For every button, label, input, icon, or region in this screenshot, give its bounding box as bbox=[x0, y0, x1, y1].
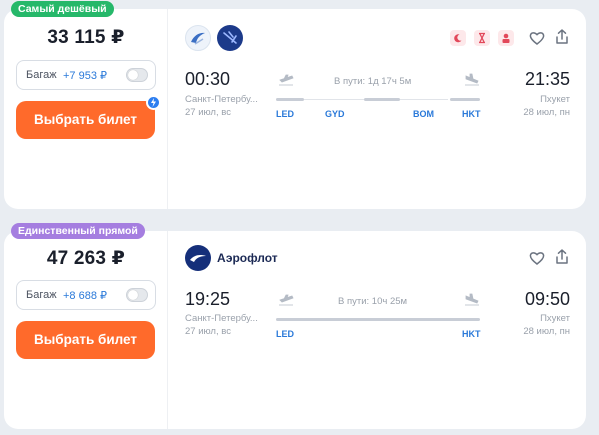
lightning-icon bbox=[146, 95, 161, 110]
favorite-heart-icon[interactable] bbox=[528, 29, 546, 52]
aeroflot-logo bbox=[185, 245, 211, 271]
flight-card-cheapest[interactable]: Самый дешёвый 33 115 ₽ Багаж +7 953 ₽ Вы… bbox=[4, 1, 586, 209]
arrival-city: Пхукет bbox=[540, 94, 570, 105]
price-panel: Единственный прямой 47 263 ₽ Багаж +8 68… bbox=[4, 223, 168, 429]
airline-logo-2 bbox=[217, 25, 243, 51]
landing-icon bbox=[464, 73, 480, 92]
landing-icon bbox=[464, 293, 480, 312]
arrival-date: 28 июл, пн bbox=[523, 107, 570, 118]
airport-code: LED bbox=[276, 329, 294, 339]
visa-required-icon bbox=[498, 30, 514, 46]
flight-card-direct[interactable]: Единственный прямой 47 263 ₽ Багаж +8 68… bbox=[4, 223, 586, 429]
departure-time: 19:25 bbox=[185, 289, 231, 309]
baggage-price: +7 953 ₽ bbox=[63, 70, 108, 82]
takeoff-icon bbox=[278, 73, 294, 92]
airport-code: HKT bbox=[462, 109, 481, 119]
arrival-city: Пхукет bbox=[540, 313, 570, 324]
route-segment bbox=[276, 98, 304, 101]
departure-date: 27 июл, вс bbox=[185, 326, 231, 337]
arrival-time: 21:35 bbox=[524, 69, 570, 89]
ticket-price: 47 263 ₽ bbox=[46, 248, 126, 269]
flight-duration: В пути: 10ч 25м bbox=[338, 296, 408, 307]
departure-city: Санкт-Петербу... bbox=[185, 313, 258, 324]
baggage-toggle[interactable] bbox=[126, 288, 148, 302]
flight-duration: В пути: 1д 17ч 5м bbox=[334, 76, 412, 87]
select-ticket-button[interactable]: Выбрать билет bbox=[16, 321, 155, 359]
baggage-label: Багаж bbox=[26, 289, 57, 301]
airport-code: LED bbox=[276, 109, 294, 119]
baggage-label: Багаж bbox=[26, 69, 57, 81]
baggage-toggle[interactable] bbox=[126, 68, 148, 82]
share-icon[interactable] bbox=[553, 28, 571, 51]
aeroflot-bird-logo bbox=[185, 25, 211, 51]
price-panel: Самый дешёвый 33 115 ₽ Багаж +7 953 ₽ Вы… bbox=[4, 1, 168, 209]
airport-code: GYD bbox=[325, 109, 345, 119]
cheapest-badge: Самый дешёвый bbox=[11, 1, 114, 17]
takeoff-icon bbox=[278, 293, 294, 312]
direct-badge: Единственный прямой bbox=[11, 223, 145, 239]
baggage-price: +8 688 ₽ bbox=[63, 290, 108, 302]
departure-date: 27 июл, вс bbox=[185, 107, 231, 118]
arrival-time: 09:50 bbox=[524, 289, 570, 309]
favorite-heart-icon[interactable] bbox=[528, 249, 546, 272]
baggage-option[interactable]: Багаж +7 953 ₽ bbox=[16, 60, 156, 90]
airport-code: HKT bbox=[462, 329, 481, 339]
night-flight-icon bbox=[450, 30, 466, 46]
airport-code: BOM bbox=[413, 109, 434, 119]
route-segment bbox=[450, 98, 480, 101]
layover-gap bbox=[400, 99, 448, 100]
route-segment bbox=[276, 318, 480, 321]
departure-city: Санкт-Петербу... bbox=[185, 94, 258, 105]
baggage-option[interactable]: Багаж +8 688 ₽ bbox=[16, 280, 156, 310]
ticket-price: 33 115 ₽ bbox=[47, 27, 125, 48]
route-segment bbox=[364, 98, 400, 101]
layover-gap bbox=[304, 99, 364, 100]
airline-name: Аэрофлот bbox=[217, 251, 278, 265]
arrival-date: 28 июл, пн bbox=[523, 326, 570, 337]
departure-time: 00:30 bbox=[185, 69, 231, 89]
share-icon[interactable] bbox=[553, 248, 571, 271]
select-ticket-button[interactable]: Выбрать билет bbox=[16, 101, 155, 139]
layover-time-icon bbox=[474, 30, 490, 46]
